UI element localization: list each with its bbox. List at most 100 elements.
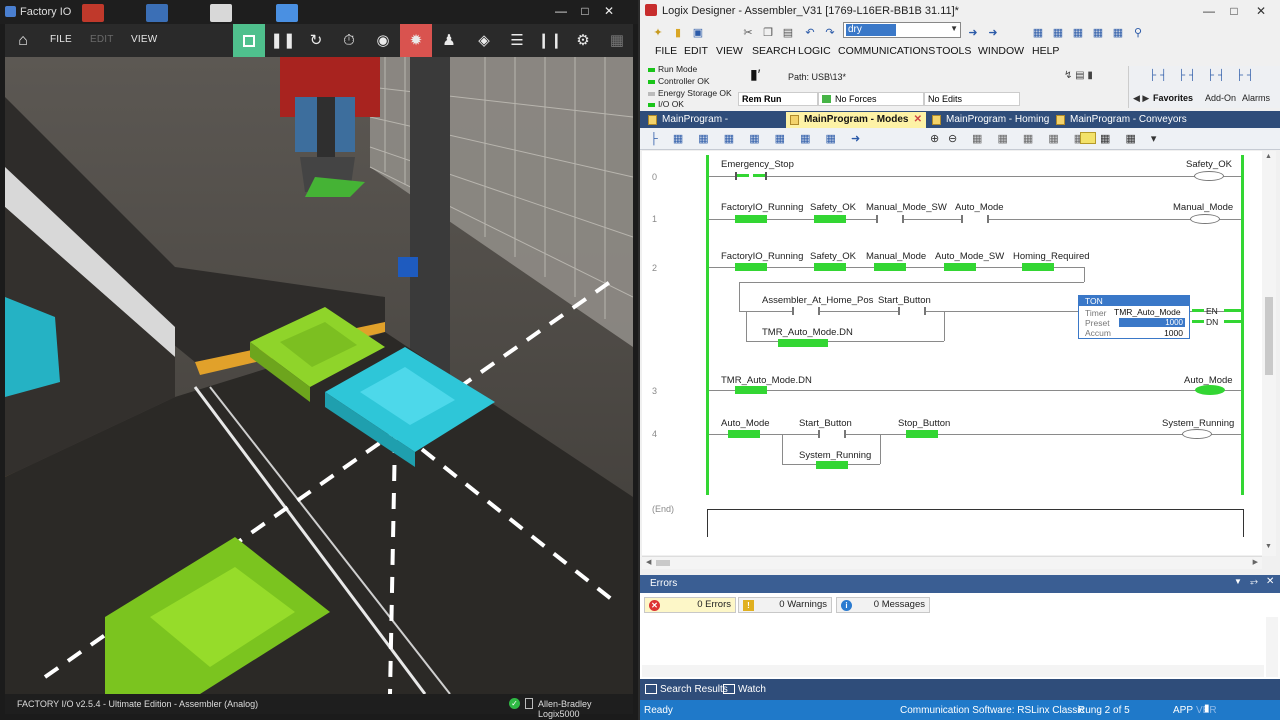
forces-field[interactable]: No Forces bbox=[818, 92, 924, 106]
tab-conveyors[interactable]: MainProgram - Conveyors bbox=[1052, 112, 1192, 128]
camera-icon[interactable]: ◉ bbox=[367, 24, 399, 57]
errors-filter-button[interactable]: ✕ 0 Errors bbox=[644, 597, 736, 613]
palette-tab-addon[interactable]: Add-On bbox=[1205, 93, 1236, 103]
search-combo[interactable]: dry ▼ bbox=[843, 22, 961, 38]
ote-coil[interactable] bbox=[1190, 214, 1220, 224]
menu-file[interactable]: FILE bbox=[655, 45, 677, 57]
contact-tag[interactable]: FactoryIO_Running bbox=[721, 251, 803, 262]
contact-tag[interactable]: FactoryIO_Running bbox=[721, 202, 803, 213]
ladder-horizontal-scrollbar[interactable]: ◀ ▶ bbox=[642, 556, 1262, 569]
close-icon[interactable]: ✕ bbox=[1266, 576, 1274, 587]
online-icon[interactable]: ▦ bbox=[1090, 25, 1106, 41]
path-icons[interactable]: ↯ ▤ ▮ bbox=[1064, 70, 1093, 81]
xic-contact[interactable] bbox=[735, 386, 767, 394]
driver-label[interactable]: Allen-Bradley Logix5000 bbox=[538, 699, 633, 719]
contact-tag[interactable]: System_Running bbox=[799, 450, 871, 461]
taskbar-thumbnail[interactable] bbox=[146, 4, 168, 22]
contact-tag[interactable]: Auto_Mode bbox=[721, 418, 770, 429]
menu-logic[interactable]: LOGIC bbox=[798, 45, 831, 57]
more-ladder-icons[interactable]: ▦ ▦ ▾ bbox=[1100, 132, 1162, 145]
contact-tag[interactable]: Stop_Button bbox=[898, 418, 950, 429]
ote-coil[interactable] bbox=[1182, 429, 1212, 439]
undo-icon[interactable]: ↶ bbox=[802, 25, 818, 41]
contact-tag[interactable]: Start_Button bbox=[799, 418, 852, 429]
grid-icon[interactable]: ▦ bbox=[601, 24, 633, 57]
ton-timer-value[interactable]: TMR_Auto_Mode bbox=[1114, 307, 1181, 317]
menu-view[interactable]: VIEW bbox=[716, 45, 743, 57]
target-icon[interactable]: ◈ bbox=[468, 24, 500, 57]
xic-contact[interactable] bbox=[735, 263, 767, 271]
save-icon[interactable]: ▣ bbox=[690, 25, 706, 41]
menu-file[interactable]: FILE bbox=[50, 34, 72, 45]
minimize-icon[interactable]: — bbox=[552, 3, 570, 19]
contact-tag[interactable]: Assembler_At_Home_Pos bbox=[762, 295, 873, 306]
pane-menu-icon[interactable]: ▼ bbox=[1234, 577, 1242, 586]
menu-communications[interactable]: COMMUNICATIONS bbox=[838, 45, 935, 57]
xio-contact[interactable] bbox=[1022, 263, 1054, 271]
find-next-icon[interactable]: ➜ bbox=[985, 25, 1001, 41]
coil-tag[interactable]: Manual_Mode bbox=[1173, 202, 1233, 213]
warnings-filter-button[interactable]: ! 0 Warnings bbox=[738, 597, 832, 613]
scroll-right-icon[interactable]: ▶ bbox=[1253, 558, 1258, 566]
zoom-icon[interactable]: ⚲ bbox=[1130, 25, 1146, 41]
contact-tag[interactable]: Emergency_Stop bbox=[721, 159, 794, 170]
ladder-edit-icons[interactable]: ├ ▦ ▦ ▦ ▦ ▦ ▦ ▦ ➜ bbox=[650, 132, 866, 145]
maximize-icon[interactable]: □ bbox=[1225, 3, 1243, 19]
ote-coil[interactable] bbox=[1195, 385, 1225, 395]
close-icon[interactable]: ✕ bbox=[600, 3, 618, 19]
find-icon[interactable]: ➜ bbox=[965, 25, 981, 41]
contact-tag[interactable]: Safety_OK bbox=[810, 202, 856, 213]
tab-homing[interactable]: MainProgram - Homing bbox=[928, 112, 1050, 128]
who-active-icon[interactable]: ▦ bbox=[1110, 25, 1126, 41]
messages-filter-button[interactable]: i 0 Messages bbox=[836, 597, 930, 613]
pin-icon[interactable]: ⥅ bbox=[1250, 576, 1258, 587]
contact-tag[interactable]: Manual_Mode_SW bbox=[866, 202, 947, 213]
menu-window[interactable]: WINDOW bbox=[978, 45, 1024, 57]
redo-icon[interactable]: ↷ bbox=[822, 25, 838, 41]
edits-field[interactable]: No Edits bbox=[924, 92, 1020, 106]
contact-tag[interactable]: Safety_OK bbox=[810, 251, 856, 262]
tab-watch[interactable]: Watch bbox=[722, 682, 766, 697]
coil-tag[interactable]: System_Running bbox=[1162, 418, 1234, 429]
xio-contact[interactable] bbox=[778, 339, 828, 347]
taskbar-thumbnail[interactable] bbox=[210, 4, 232, 22]
contact-tag[interactable]: Homing_Required bbox=[1013, 251, 1090, 262]
xic-contact[interactable] bbox=[814, 263, 846, 271]
xio-contact[interactable] bbox=[874, 263, 906, 271]
tab-search-results[interactable]: Search Results bbox=[644, 682, 728, 697]
scroll-down-icon[interactable]: ▼ bbox=[1265, 543, 1272, 550]
errors-vertical-scrollbar[interactable] bbox=[1266, 617, 1278, 677]
edit-mode-icon[interactable] bbox=[233, 24, 265, 57]
zoom-out-icon[interactable]: ⊖ bbox=[948, 132, 957, 145]
download-icon[interactable]: ▦ bbox=[1050, 25, 1066, 41]
contact-tag[interactable]: TMR_Auto_Mode.DN bbox=[762, 327, 853, 338]
timer-icon[interactable]: ⏱ bbox=[333, 24, 365, 57]
xio-contact[interactable] bbox=[906, 430, 938, 438]
menu-edit[interactable]: EDIT bbox=[684, 45, 708, 57]
gears-icon[interactable]: ⚙ bbox=[567, 24, 599, 57]
xic-contact[interactable] bbox=[818, 430, 846, 438]
sensors-icon[interactable]: ✹ bbox=[400, 24, 432, 57]
paste-icon[interactable]: ▤ bbox=[780, 25, 796, 41]
taskbar-thumbnail[interactable] bbox=[82, 4, 104, 22]
ladder-editor[interactable]: 0 Emergency_Stop Safety_OK 1 FactoryIO_R… bbox=[642, 151, 1270, 555]
view-option-icons[interactable]: ▦ ▦ ▦ ▦ ▦ bbox=[972, 132, 1090, 145]
ton-accum-value[interactable]: 1000 bbox=[1164, 328, 1183, 338]
palette-tab-favorites[interactable]: Favorites bbox=[1153, 93, 1193, 103]
menu-edit[interactable]: EDIT bbox=[90, 34, 114, 45]
xio-contact[interactable] bbox=[816, 461, 848, 469]
factory-3d-viewport[interactable] bbox=[5, 57, 633, 694]
menu-help[interactable]: HELP bbox=[1032, 45, 1059, 57]
reset-icon[interactable]: ↻ bbox=[300, 24, 332, 57]
pause-icon[interactable]: ❚❚ bbox=[267, 24, 299, 57]
palette-instruction-icons[interactable]: ├┤ ├┤ ├┤ ├┤ bbox=[1149, 70, 1258, 81]
scroll-left-icon[interactable]: ◀ bbox=[646, 558, 651, 566]
xic-contact[interactable] bbox=[735, 215, 767, 223]
xic-contact[interactable] bbox=[876, 215, 904, 223]
close-icon[interactable]: ✕ bbox=[1252, 3, 1270, 19]
ton-preset-value[interactable]: 1000 bbox=[1119, 318, 1185, 327]
chevron-down-icon[interactable]: ▼ bbox=[950, 24, 958, 33]
new-file-icon[interactable]: ✦ bbox=[650, 25, 666, 41]
path-label[interactable]: Path: USB\13* bbox=[788, 72, 846, 82]
coil-tag[interactable]: Safety_OK bbox=[1186, 159, 1232, 170]
